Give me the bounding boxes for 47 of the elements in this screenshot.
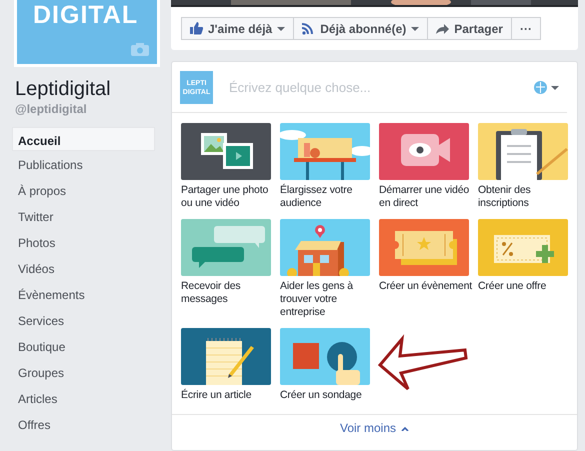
- action-button[interactable]: Partager: [427, 17, 512, 40]
- storefront-drawing[interactable]: [280, 219, 370, 276]
- sidebar-item[interactable]: Vidéos: [12, 255, 155, 281]
- sidebar-item[interactable]: Accueil: [12, 127, 155, 151]
- chevron-up-icon: [401, 426, 410, 430]
- sidebar-item[interactable]: Services: [12, 307, 155, 333]
- chat-bubbles-drawing[interactable]: [181, 219, 271, 276]
- thumbs-up-icon: [190, 22, 203, 35]
- tile-caption: Recevoir des messages: [181, 280, 242, 306]
- tile-caption: Élargissez votre audience: [280, 184, 354, 210]
- coupon-drawing[interactable]: [478, 219, 568, 276]
- sidebar-item[interactable]: Offres: [12, 411, 155, 437]
- poll-choice-drawing[interactable]: [280, 328, 370, 385]
- page-handle: @leptidigital: [15, 101, 88, 117]
- sidebar-item[interactable]: Évènements: [12, 281, 155, 307]
- action-button[interactable]: ···: [510, 17, 541, 40]
- show-less-link[interactable]: Voir moins: [340, 421, 410, 435]
- sidebar-item[interactable]: Groupes: [12, 359, 155, 385]
- billboard-drawing[interactable]: [280, 123, 370, 180]
- share-arrow-icon: [436, 22, 450, 35]
- sidebar-item[interactable]: Photos: [12, 229, 155, 255]
- rss-icon: [302, 22, 316, 35]
- page-name: Leptidigital: [15, 77, 112, 101]
- notepad-drawing[interactable]: [181, 328, 271, 385]
- tile-caption: Aider les gens à trouver votre entreprise: [280, 280, 354, 319]
- tile-caption: Créer une offre: [478, 280, 548, 293]
- caret-icon[interactable]: [551, 86, 559, 90]
- video-camera-drawing[interactable]: [379, 123, 469, 180]
- photo-frames-drawing[interactable]: [181, 123, 271, 180]
- tile-caption: Écrire un article: [181, 389, 252, 402]
- sidebar-item[interactable]: Articles: [12, 385, 155, 411]
- tile-caption: Obtenir des inscriptions: [478, 184, 532, 210]
- clipboard-drawing[interactable]: [478, 123, 568, 180]
- action-button[interactable]: Déjà abonné(e): [293, 17, 428, 40]
- sidebar-item[interactable]: Boutique: [12, 333, 155, 359]
- ticket-drawing[interactable]: [379, 219, 469, 276]
- post-input-field[interactable]: Écrivez quelque chose...: [227, 79, 534, 96]
- action-button[interactable]: J'aime déjà: [181, 17, 294, 40]
- tile-caption: Créer un sondage: [280, 389, 363, 402]
- globe-icon[interactable]: [534, 81, 547, 94]
- sidebar-item[interactable]: À propos: [12, 177, 155, 203]
- tile-caption: Partager une photo ou une vidéo: [181, 184, 270, 210]
- sidebar-item[interactable]: Publications: [12, 151, 155, 177]
- tile-caption: Créer un évènement: [379, 280, 474, 293]
- logo-text: DIGITAL: [32, 0, 140, 30]
- tile-caption: Démarrer une vidéo en direct: [379, 184, 470, 210]
- sidebar-item[interactable]: Twitter: [12, 203, 155, 229]
